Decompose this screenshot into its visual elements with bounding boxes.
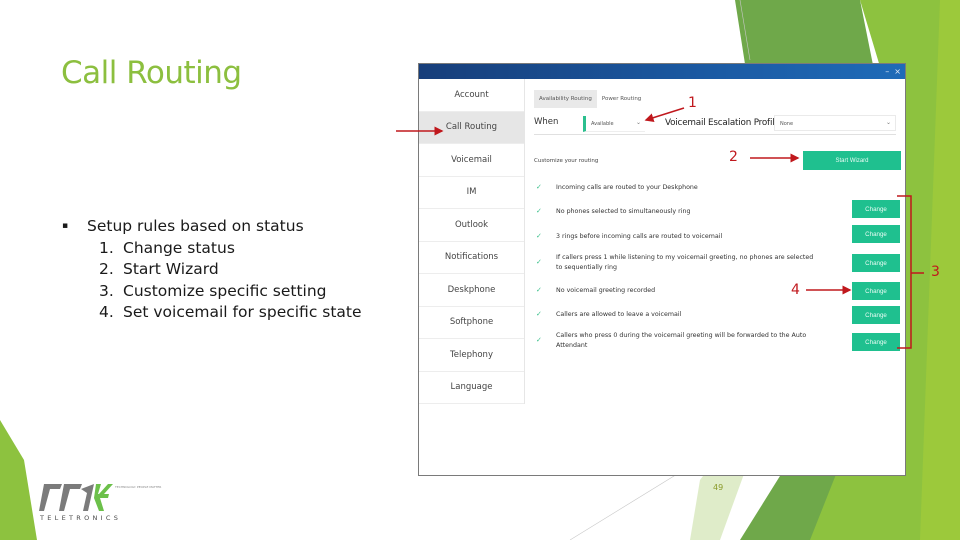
logo-tagline: TECHNOLOGY. PEOPLE MATTER — [115, 485, 162, 489]
checkmark-icon: ✓ — [536, 286, 542, 294]
tab-availability-routing[interactable]: Availability Routing — [534, 90, 597, 108]
logo-name: TELETRONICS — [40, 514, 122, 522]
when-row: When Available ⌄ Voicemail Escalation Pr… — [534, 115, 896, 135]
rule-text: No voicemail greeting recorded — [556, 287, 656, 294]
checkmark-icon: ✓ — [536, 310, 542, 318]
change-button[interactable]: Change — [852, 306, 900, 324]
tab-power-routing[interactable]: Power Routing — [597, 90, 646, 108]
call-routing-panel: Availability Routing Power Routing When … — [526, 79, 905, 475]
close-icon[interactable]: × — [894, 67, 901, 76]
change-button[interactable]: Change — [852, 282, 900, 300]
sidebar-item-im[interactable]: IM — [419, 177, 524, 209]
steps-list: 1. Change status 2. Start Wizard 3. Customi… — [99, 238, 362, 324]
checkmark-icon: ✓ — [536, 183, 542, 191]
step-text: Customize specific setting — [123, 281, 327, 300]
when-label: When — [534, 117, 559, 127]
rule-text: Callers who press 0 during the voicemail… — [556, 332, 807, 349]
step-number: 3. — [99, 281, 114, 300]
rule-text: No phones selected to simultaneously rin… — [556, 208, 691, 215]
step-number: 2. — [99, 260, 114, 278]
sidebar-item-deskphone[interactable]: Deskphone — [419, 274, 524, 307]
escalation-dropdown-value: None — [780, 121, 794, 127]
chevron-down-icon: ⌄ — [885, 119, 891, 126]
slide-title: Call Routing — [61, 55, 242, 91]
annotation-label-1: 1 — [688, 95, 697, 111]
rule-text: Incoming calls are routed to your Deskph… — [556, 184, 698, 191]
settings-window: – × Account Call Routing Voicemail IM Ou… — [418, 63, 906, 476]
bullet-marker-icon: ▪ — [62, 221, 69, 231]
status-dropdown[interactable]: Available ⌄ — [583, 116, 645, 132]
settings-sidebar: Account Call Routing Voicemail IM Outloo… — [419, 79, 525, 404]
sidebar-item-call-routing[interactable]: Call Routing — [419, 111, 524, 144]
sidebar-item-voicemail[interactable]: Voicemail — [419, 144, 524, 177]
step-text: Change status — [123, 238, 235, 257]
step-item: 1. Change status — [99, 238, 362, 260]
step-item: 2. Start Wizard — [99, 259, 362, 281]
routing-tabs: Availability Routing Power Routing — [534, 90, 646, 108]
checkmark-icon: ✓ — [536, 336, 542, 344]
step-number: 4. — [99, 303, 114, 321]
ttx-logo-mark-icon — [39, 484, 113, 511]
annotation-label-4: 4 — [791, 282, 800, 298]
escalation-profile-label: Voicemail Escalation Profile — [665, 118, 780, 128]
company-logo: TECHNOLOGY. PEOPLE MATTER TELETRONICS — [38, 480, 178, 524]
change-button[interactable]: Change — [852, 254, 900, 272]
change-button[interactable]: Change — [852, 200, 900, 218]
page-number: 49 — [713, 483, 724, 492]
sidebar-item-notifications[interactable]: Notifications — [419, 242, 524, 274]
step-text: Set voicemail for specific state — [123, 303, 362, 321]
checkmark-icon: ✓ — [536, 207, 542, 215]
bullet-item: ▪ Setup rules based on status — [62, 216, 362, 238]
annotation-label-2: 2 — [729, 149, 738, 165]
step-item: 4. Set voicemail for specific state — [99, 302, 362, 324]
left-green-accent — [0, 420, 37, 540]
window-titlebar[interactable]: – × — [419, 64, 905, 79]
sidebar-item-language[interactable]: Language — [419, 372, 524, 404]
rule-text: Callers are allowed to leave a voicemail — [556, 311, 682, 318]
sidebar-item-softphone[interactable]: Softphone — [419, 307, 524, 339]
annotation-label-3: 3 — [931, 264, 940, 280]
start-wizard-button[interactable]: Start Wizard — [803, 151, 901, 170]
bullet-list: ▪ Setup rules based on status 1. Change s… — [62, 216, 362, 324]
customize-routing-label: Customize your routing — [534, 158, 599, 164]
sidebar-item-outlook[interactable]: Outlook — [419, 209, 524, 242]
bullet-text: Setup rules based on status — [87, 217, 304, 235]
checkmark-icon: ✓ — [536, 232, 542, 240]
sidebar-item-account[interactable]: Account — [419, 79, 524, 112]
escalation-profile-dropdown[interactable]: None ⌄ — [774, 115, 896, 131]
rule-text: 3 rings before incoming calls are routed… — [556, 233, 723, 240]
change-button[interactable]: Change — [852, 225, 900, 243]
step-number: 1. — [99, 238, 114, 257]
chevron-down-icon: ⌄ — [635, 119, 641, 126]
checkmark-icon: ✓ — [536, 258, 542, 266]
step-item: 3. Customize specific setting — [99, 281, 362, 303]
change-button[interactable]: Change — [852, 333, 900, 351]
sidebar-item-telephony[interactable]: Telephony — [419, 339, 524, 372]
step-text: Start Wizard — [123, 260, 219, 278]
rule-text: If callers press 1 while listening to my… — [556, 254, 814, 271]
minimize-icon[interactable]: – — [885, 67, 889, 76]
status-dropdown-value: Available — [591, 121, 614, 127]
